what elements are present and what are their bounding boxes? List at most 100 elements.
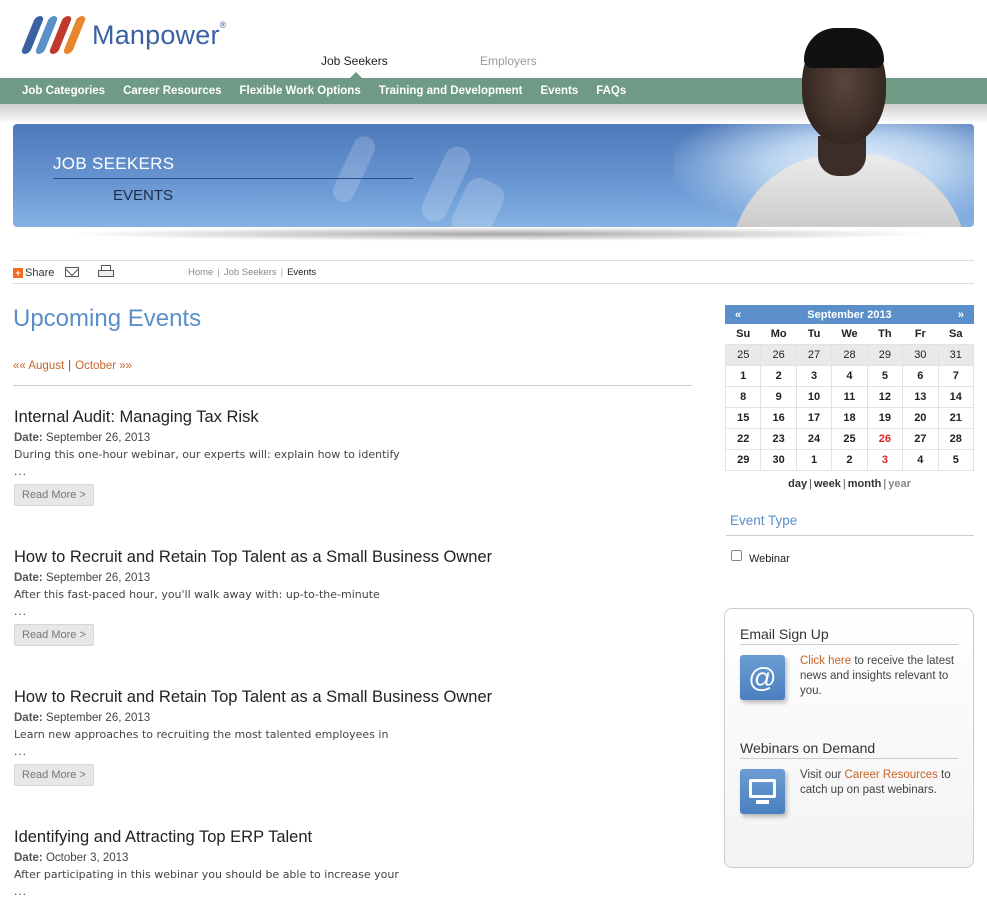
calendar-day[interactable]: 30 [760,448,797,471]
calendar-day[interactable]: 26 [760,343,797,366]
event-item: How to Recruit and Retain Top Talent as … [14,548,694,646]
share-button[interactable]: + Share [13,267,54,279]
calendar-day[interactable]: 9 [760,385,797,408]
nav-item-job-categories[interactable]: Job Categories [22,85,105,97]
calendar-day[interactable]: 27 [902,427,939,450]
calendar-day[interactable]: 26 [866,427,904,450]
calendar-day[interactable]: 20 [902,406,939,429]
calendar-day[interactable]: 12 [866,385,904,408]
calendar-day[interactable]: 22 [724,427,762,450]
read-more-button[interactable]: Read More > [14,484,94,506]
read-more-button[interactable]: Read More > [14,624,94,646]
calendar-day[interactable]: 19 [866,406,904,429]
view-week-link[interactable]: week [814,478,841,490]
email-signup-text: Click here to receive the latest news an… [800,655,955,697]
calendar-day[interactable]: 15 [724,406,762,429]
calendar-weekday: Sa [938,324,974,344]
prev-month-link[interactable]: «« August [13,360,64,372]
calendar-day[interactable]: 28 [831,343,868,366]
calendar-day[interactable]: 2 [760,364,797,387]
calendar-day[interactable]: 11 [831,385,868,408]
tab-employers[interactable]: Employers [480,54,537,68]
event-title[interactable]: Identifying and Attracting Top ERP Talen… [14,828,694,847]
event-description: After participating in this webinar you … [14,868,399,881]
webinar-checkbox[interactable] [731,549,742,561]
event-description: Learn new approaches to recruiting the m… [14,728,389,741]
webinar-checkbox-label[interactable]: Webinar [749,553,790,565]
calendar-day[interactable]: 4 [831,364,868,387]
event-title[interactable]: How to Recruit and Retain Top Talent as … [14,548,694,567]
at-sign-icon[interactable]: @ [740,655,785,700]
banner-subtitle: EVENTS [113,187,174,204]
next-month-link[interactable]: October »» [75,360,132,372]
nav-item-flexible-work-options[interactable]: Flexible Work Options [240,85,361,97]
event-type-heading: Event Type [730,513,798,528]
calendar-day[interactable]: 17 [795,406,833,429]
calendar-next-button[interactable]: » [958,309,964,321]
calendar-day[interactable]: 21 [937,406,975,429]
calendar-day[interactable]: 3 [866,448,904,471]
event-description: During this one-hour webinar, our expert… [14,448,400,461]
calendar-day[interactable]: 16 [760,406,797,429]
banner-divider [53,178,413,179]
banner-portrait-image [726,24,972,227]
calendar-day[interactable]: 1 [795,448,833,471]
print-icon[interactable] [98,265,114,278]
career-resources-link[interactable]: Career Resources [845,769,938,781]
calendar-day[interactable]: 13 [902,385,939,408]
calendar-day[interactable]: 24 [795,427,833,450]
calendar-day[interactable]: 30 [902,343,939,366]
divider [740,644,958,645]
calendar-day[interactable]: 10 [795,385,833,408]
calendar-day[interactable]: 23 [760,427,797,450]
calendar-day[interactable]: 25 [831,427,868,450]
breadcrumb-home[interactable]: Home [188,267,213,278]
email-icon[interactable] [65,267,79,277]
calendar-day[interactable]: 1 [724,364,762,387]
calendar-prev-button[interactable]: « [735,309,741,321]
calendar-day[interactable]: 31 [937,343,975,366]
calendar-day[interactable]: 18 [831,406,868,429]
breadcrumb-current: Events [287,267,317,278]
calendar-day[interactable]: 3 [795,364,833,387]
calendar-day[interactable]: 4 [902,448,939,471]
calendar-day[interactable]: 5 [937,448,975,471]
nav-item-training-and-development[interactable]: Training and Development [379,85,523,97]
monitor-icon[interactable] [740,769,785,814]
nav-item-faqs[interactable]: FAQs [596,85,626,97]
calendar-day[interactable]: 27 [795,343,833,366]
event-ellipsis: ... [14,744,28,758]
calendar-day[interactable]: 29 [866,343,904,366]
view-year-link[interactable]: year [888,478,911,490]
calendar-day[interactable]: 7 [937,364,975,387]
event-ellipsis: ... [14,464,28,478]
view-day-link[interactable]: day [788,478,807,490]
manpower-logo[interactable]: Manpower® [18,14,227,56]
banner-decoration [329,132,379,206]
view-month-link[interactable]: month [848,478,882,490]
tab-job-seekers[interactable]: Job Seekers [321,54,388,68]
calendar-day[interactable]: 2 [831,448,868,471]
calendar-day[interactable]: 28 [937,427,975,450]
calendar-day[interactable]: 14 [937,385,975,408]
brand-name: Manpower® [92,19,227,50]
calendar-day[interactable]: 8 [724,385,762,408]
calendar-day[interactable]: 5 [866,364,904,387]
calendar-day[interactable]: 25 [724,343,762,366]
month-navigation: «« August | October »» [13,360,133,372]
calendar-day[interactable]: 29 [724,448,762,471]
nav-item-events[interactable]: Events [541,85,579,97]
portrait-hair [804,28,884,68]
event-date: Date: September 26, 2013 [14,432,151,444]
calendar-day[interactable]: 6 [902,364,939,387]
webinar-filter: Webinar [731,545,790,565]
click-here-link[interactable]: Click here [800,655,851,667]
breadcrumb-job-seekers[interactable]: Job Seekers [224,267,277,278]
logo-bars-icon [18,14,88,56]
divider [726,535,974,536]
nav-item-career-resources[interactable]: Career Resources [123,85,221,97]
event-title[interactable]: How to Recruit and Retain Top Talent as … [14,688,694,707]
event-title[interactable]: Internal Audit: Managing Tax Risk [14,408,694,427]
read-more-button[interactable]: Read More > [14,764,94,786]
banner-title: JOB SEEKERS [53,154,175,173]
